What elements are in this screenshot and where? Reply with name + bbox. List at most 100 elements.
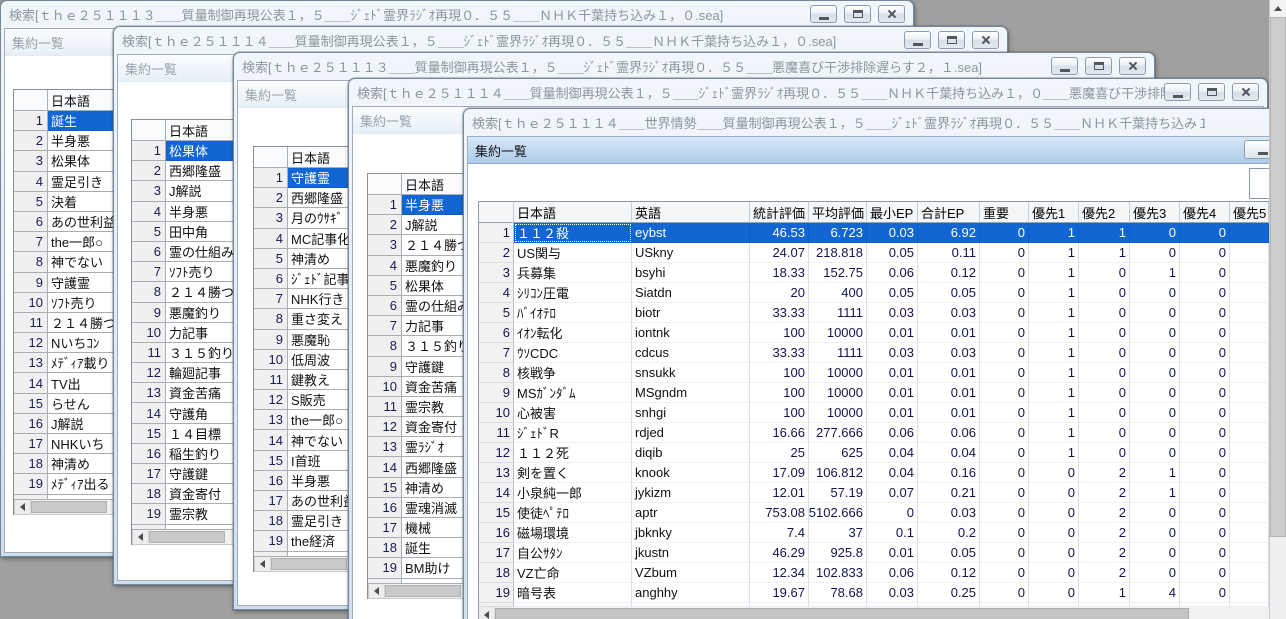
window-titlebar[interactable]: 検索[ｔｈｅ２５１１１３＿＿質量制御再現公表１，５＿＿ｼﾞｪﾄﾞ霊界ﾗｼﾞｵ再現… xyxy=(237,53,1151,80)
table-cell: MSｶﾞﾝﾀﾞﾑ xyxy=(514,383,632,403)
table-row[interactable]: 2 US関与 USkny 24.07 218.818 0.05 0.11 0 1 1 0 0 xyxy=(479,243,1269,263)
table-row[interactable]: 1 １１２殺 eybst 46.53 6.723 0.03 6.92 0 1 1 0 0 xyxy=(479,223,1269,243)
scrollbar-thumb[interactable] xyxy=(271,557,347,570)
table-row[interactable]: 13 剣を置く knook 17.09 106.812 0.04 0.16 0 0 2 1 0 xyxy=(479,463,1269,483)
row-number: 6 xyxy=(368,295,402,317)
column-header-rownum[interactable] xyxy=(479,202,514,223)
table-row[interactable]: 19 暗号表 anghhy 19.67 78.68 0.03 0.25 0 0 1 4 0 xyxy=(479,583,1269,603)
table-cell: ﾊﾞｲｵﾃﾛ xyxy=(514,303,632,323)
column-header-10[interactable]: 優先3 xyxy=(1130,202,1180,223)
table-row[interactable]: 15使徒ﾍﾟﾃﾛaptr753.0825102.66600.0300200 xyxy=(479,503,1269,523)
table-cell: knook xyxy=(632,463,750,483)
close-button[interactable] xyxy=(878,5,905,23)
minimize-button[interactable] xyxy=(1164,83,1191,101)
scroll-left-button[interactable] xyxy=(15,499,31,514)
scroll-left-button[interactable] xyxy=(479,607,495,619)
scrollbar-thumb[interactable] xyxy=(385,584,461,597)
table-cell: 46.53 xyxy=(750,223,809,243)
mdi-workspace: 検索[ｔｈｅ２５１１１３＿＿質量制御再現公表１，５＿＿ｼﾞｪﾄﾞ霊界ﾗｼﾞｵ再現… xyxy=(0,0,1286,619)
scroll-left-button[interactable] xyxy=(369,583,385,598)
row-number: 17 xyxy=(479,543,514,563)
row-number: 13 xyxy=(132,383,166,404)
table-row[interactable]: 8 核戦争 snsukk 100 10000 0.01 0.01 0 1 0 0 0 xyxy=(479,363,1269,383)
table-cell: 0 xyxy=(1130,563,1180,583)
panel-minimize-button[interactable] xyxy=(1244,140,1269,159)
row-number: 6 xyxy=(479,323,514,343)
scrollbar-thumb[interactable] xyxy=(1270,17,1286,537)
window-titlebar[interactable]: 検索[ｔｈｅ２５１１１４＿＿質量制御再現公表１，５＿＿ｼﾞｪﾄﾞ霊界ﾗｼﾞｵ再現… xyxy=(352,79,1264,106)
column-header-8[interactable]: 優先1 xyxy=(1029,202,1079,223)
maximize-button[interactable] xyxy=(844,5,871,23)
row-number: 3 xyxy=(254,208,288,229)
table-row[interactable]: 5 ﾊﾞｲｵﾃﾛ biotr 33.33 1111 0.03 0.03 0 1 0 0 0 xyxy=(479,303,1269,323)
scrollbar-thumb[interactable] xyxy=(495,608,1189,619)
column-header-1[interactable]: 日本語 xyxy=(514,202,632,223)
table-horizontal-scrollbar[interactable] xyxy=(479,607,1269,619)
column-header-9[interactable]: 優先2 xyxy=(1079,202,1130,223)
column-header-6[interactable]: 合計EP xyxy=(918,202,980,223)
row-number: 2 xyxy=(479,243,514,263)
row-number: 1 xyxy=(132,141,166,162)
close-button[interactable] xyxy=(972,31,999,49)
column-header-7[interactable]: 重要 xyxy=(980,202,1029,223)
table-row[interactable]: 9 MSｶﾞﾝﾀﾞﾑ MSgndm 100 10000 0.01 0.01 0 1 0 0 0 xyxy=(479,383,1269,403)
scroll-up-button[interactable] xyxy=(1270,0,1286,18)
scrollbar-thumb[interactable] xyxy=(149,530,225,543)
column-header-4[interactable]: 平均評価 xyxy=(809,202,867,223)
panel-titlebar[interactable]: 集約一覧 xyxy=(468,137,1269,164)
toolbar-blank-button[interactable] xyxy=(1249,168,1269,199)
window-titlebar[interactable]: 検索[ｔｈｅ２５１１１３＿＿質量制御再現公表１，５＿＿ｼﾞｪﾄﾞ霊界ﾗｼﾞｵ再現… xyxy=(4,1,910,28)
table-cell: 0 xyxy=(1180,443,1230,463)
maximize-button[interactable] xyxy=(1085,57,1112,75)
table-row[interactable]: 6 ｲｵﾝ転化 iontnk 100 10000 0.01 0.01 0 1 0 0 0 xyxy=(479,323,1269,343)
minimize-button[interactable] xyxy=(904,31,931,49)
close-button[interactable] xyxy=(1232,83,1259,101)
table-row[interactable]: 14 小泉純一郎 jykizm 12.01 57.19 0.07 0.21 0 0 2 1 0 xyxy=(479,483,1269,503)
table-cell: 0 xyxy=(1130,443,1180,463)
table-cell: 0 xyxy=(1180,423,1230,443)
column-header-3[interactable]: 統計評価 xyxy=(750,202,809,223)
column-header-5[interactable]: 最小EP xyxy=(867,202,918,223)
scroll-left-button[interactable] xyxy=(133,529,149,544)
row-number: 10 xyxy=(14,292,48,313)
minimize-button[interactable] xyxy=(1051,57,1078,75)
table-row[interactable]: 3 兵募集 bsyhi 18.33 152.75 0.06 0.12 0 1 0 1 0 xyxy=(479,263,1269,283)
row-number: 15 xyxy=(479,503,514,523)
column-header-11[interactable]: 優先4 xyxy=(1180,202,1230,223)
table-row[interactable]: 11 ｼﾞｪﾄﾞR rdjed 16.66 277.666 0.06 0.06 0 1 0 0 0 xyxy=(479,423,1269,443)
row-number: 17 xyxy=(254,491,288,512)
table-cell: 2 xyxy=(1079,483,1130,503)
table-row[interactable]: 16 磁場環境 jbknky 7.4 37 0.1 0.2 0 0 2 0 0 xyxy=(479,523,1269,543)
minimize-button[interactable] xyxy=(810,5,837,23)
table-row[interactable]: 12 １１２死 diqib 25 625 0.04 0.04 0 1 0 0 0 xyxy=(479,443,1269,463)
mdi-client-area: 検索[ｔｈｅ２５１１１３＿＿質量制御再現公表１，５＿＿ｼﾞｪﾄﾞ霊界ﾗｼﾞｵ再現… xyxy=(0,0,1269,619)
table-cell: 0 xyxy=(1079,443,1130,463)
table-cell: ｼﾞｪﾄﾞR xyxy=(514,423,632,443)
scrollbar-thumb[interactable] xyxy=(31,500,107,513)
table-cell: 1 xyxy=(1029,423,1079,443)
table-row[interactable]: 18 VZ亡命 VZbum 12.34 102.833 0.06 0.12 0 0 2 0 0 xyxy=(479,563,1269,583)
maximize-button[interactable] xyxy=(938,31,965,49)
maximize-button[interactable] xyxy=(1198,83,1225,101)
column-header-12[interactable]: 優先5 xyxy=(1230,202,1269,223)
column-header-2[interactable]: 英語 xyxy=(632,202,750,223)
table-cell: biotr xyxy=(632,303,750,323)
close-button[interactable] xyxy=(1119,57,1146,75)
table-cell: 1 xyxy=(1029,283,1079,303)
table-cell: 277.666 xyxy=(809,423,867,443)
search-window-5[interactable]: 検索[ｔｈｅ２５１１１４＿＿世界情勢＿＿質量制御再現公表１，５＿＿ｼﾞｪﾄﾞ霊界… xyxy=(463,108,1269,619)
table-row[interactable]: 7 ｳｿCDC cdcus 33.33 1111 0.03 0.03 0 1 0 0 0 xyxy=(479,343,1269,363)
table-cell: 0.03 xyxy=(867,583,918,603)
table-row[interactable]: 17 自公ｻﾀﾝ jkustn 46.29 925.8 0.01 0.05 0 0 2 0 0 xyxy=(479,543,1269,563)
workspace-vertical-scrollbar[interactable] xyxy=(1269,0,1286,619)
chevron-left-icon xyxy=(484,610,489,619)
table-row[interactable]: 4 ｼﾘｺﾝ圧電 Siatdn 20 400 0.05 0.05 0 1 0 0 0 xyxy=(479,283,1269,303)
row-number: 13 xyxy=(254,410,288,431)
minimize-icon xyxy=(1172,94,1183,98)
row-number: 16 xyxy=(368,497,402,518)
scroll-left-button[interactable] xyxy=(255,556,271,571)
table-cell: 0 xyxy=(1130,283,1180,303)
window-titlebar[interactable]: 検索[ｔｈｅ２５１１１４＿＿質量制御再現公表１，５＿＿ｼﾞｪﾄﾞ霊界ﾗｼﾞｵ再現… xyxy=(117,27,1004,54)
table-row[interactable]: 10 心被害 snhgi 100 10000 0.01 0.01 0 1 0 0 0 xyxy=(479,403,1269,423)
window-titlebar[interactable]: 検索[ｔｈｅ２５１１１４＿＿世界情勢＿＿質量制御再現公表１，５＿＿ｼﾞｪﾄﾞ霊界… xyxy=(467,109,1269,136)
